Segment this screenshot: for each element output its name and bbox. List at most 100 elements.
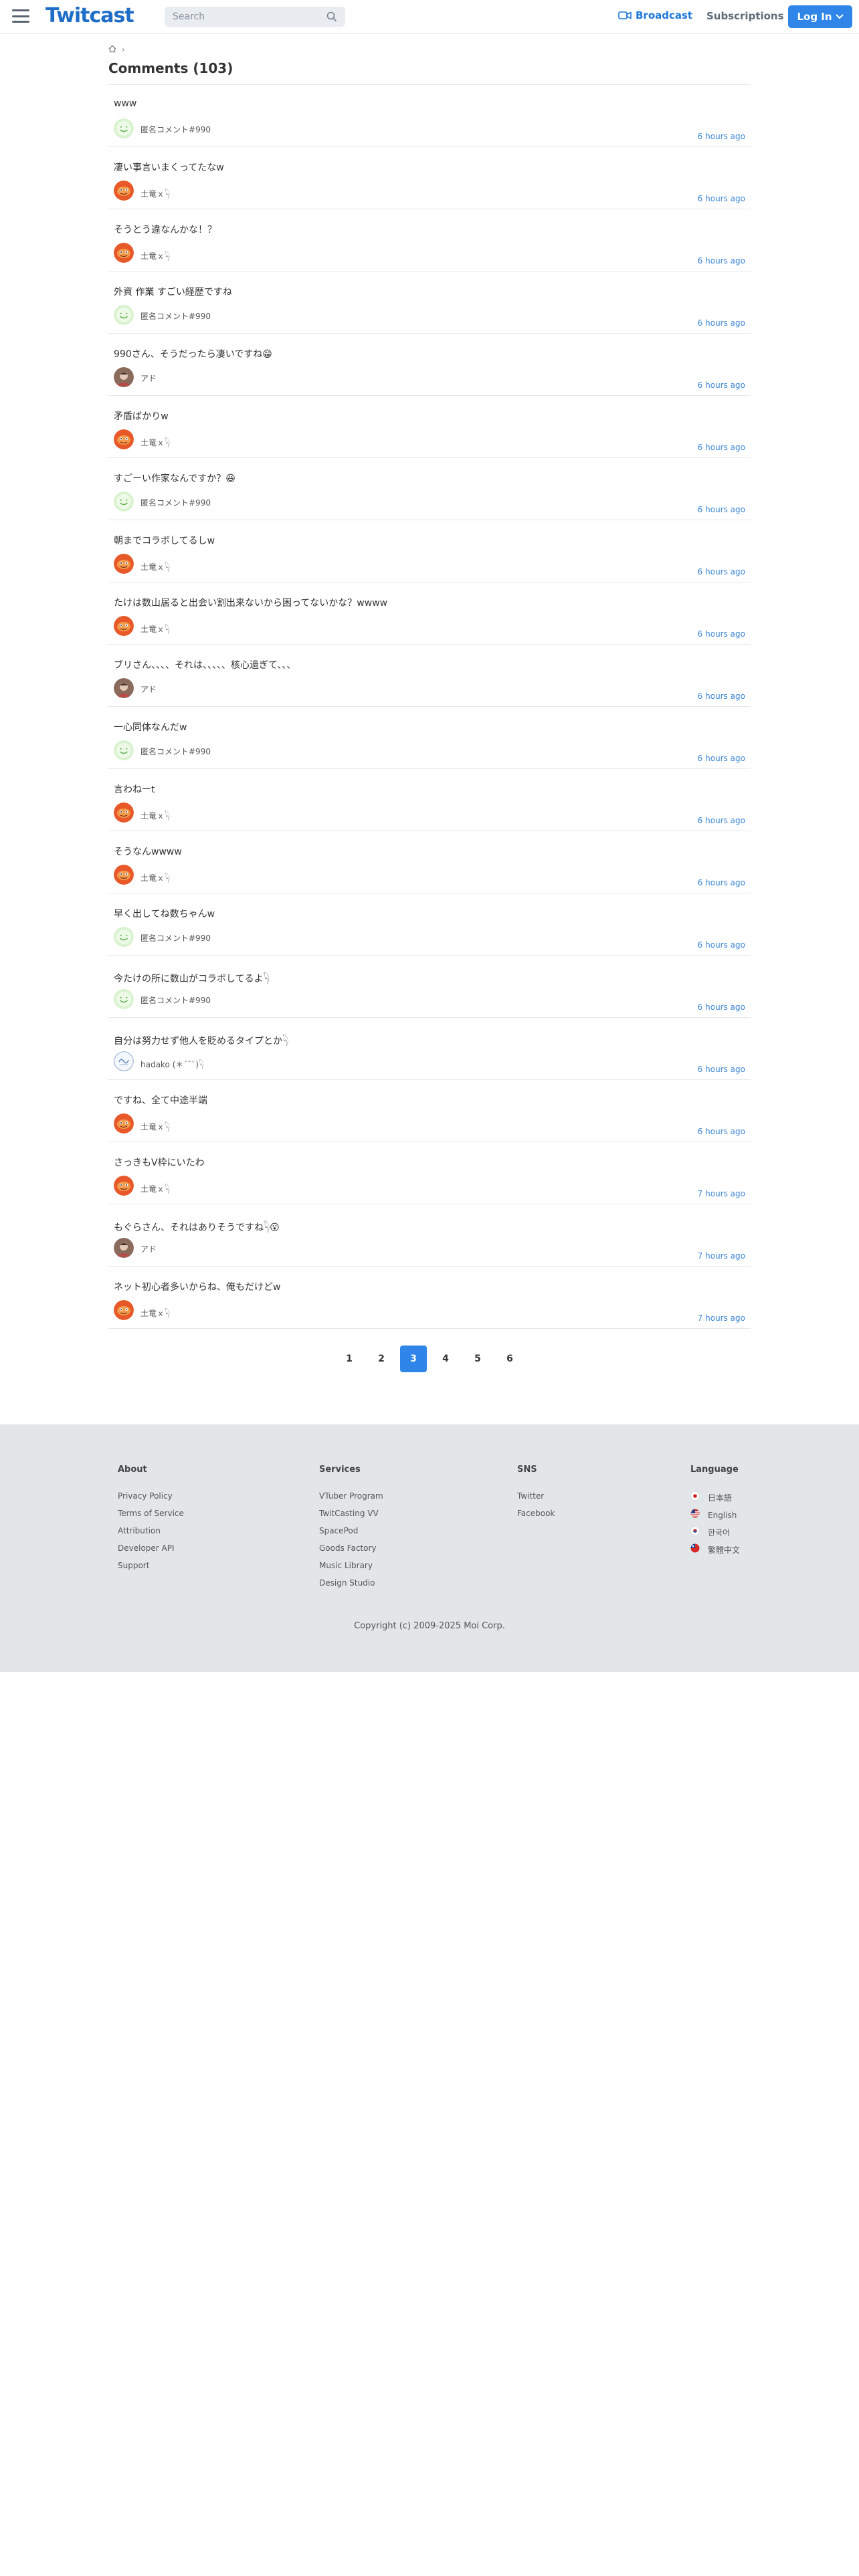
user-avatar[interactable] xyxy=(114,305,134,325)
comment-row[interactable]: www 匿名コメント#990 6 hours ago xyxy=(108,85,751,147)
user-avatar[interactable] xyxy=(114,740,134,760)
comment-timestamp[interactable]: 6 hours ago xyxy=(698,194,745,203)
user-avatar[interactable] xyxy=(114,243,134,263)
footer-link[interactable]: Support xyxy=(118,1559,184,1576)
comment-timestamp[interactable]: 6 hours ago xyxy=(698,567,745,576)
user-avatar[interactable] xyxy=(114,989,134,1009)
footer-link[interactable]: Attribution xyxy=(118,1524,184,1541)
footer-link[interactable]: Design Studio xyxy=(319,1576,383,1594)
comment-timestamp[interactable]: 6 hours ago xyxy=(698,691,745,701)
footer-link[interactable]: Facebook xyxy=(517,1507,555,1524)
comment-username[interactable]: 匿名コメント#990 xyxy=(140,124,211,135)
user-avatar[interactable] xyxy=(114,865,134,885)
comment-row[interactable]: 今たけの所に数山がコラボしてるよ𓆐 匿名コメント#990 6 hours ago xyxy=(108,956,751,1018)
comment-timestamp[interactable]: 6 hours ago xyxy=(698,816,745,825)
language-option[interactable]: English xyxy=(690,1507,740,1524)
comment-row[interactable]: 一心同体なんだw 匿名コメント#990 6 hours ago xyxy=(108,707,751,769)
comment-row[interactable]: 990さん、そうだったら凄いですね😁 アド 6 hours ago xyxy=(108,334,751,396)
user-avatar[interactable] xyxy=(114,429,134,449)
comment-username[interactable]: アド xyxy=(140,683,157,695)
comment-timestamp[interactable]: 7 hours ago xyxy=(698,1189,745,1198)
comment-timestamp[interactable]: 6 hours ago xyxy=(698,940,745,950)
comment-timestamp[interactable]: 6 hours ago xyxy=(698,132,745,141)
comment-timestamp[interactable]: 6 hours ago xyxy=(698,381,745,390)
broadcast-link[interactable]: Broadcast xyxy=(618,9,692,21)
footer-link[interactable]: Goods Factory xyxy=(319,1541,383,1559)
comment-row[interactable]: ネット初心者多いからね、俺もだけどw 土竜ｘ𓆐 7 hours ago xyxy=(108,1267,751,1329)
user-avatar[interactable] xyxy=(114,492,134,512)
comment-timestamp[interactable]: 6 hours ago xyxy=(698,505,745,514)
user-avatar[interactable] xyxy=(114,1113,134,1134)
comment-username[interactable]: 土竜ｘ𓆐 xyxy=(140,559,170,572)
search-box[interactable] xyxy=(165,7,345,27)
comment-row[interactable]: たけは数山居ると出会い割出来ないから困ってないかな？wwww 土竜ｘ𓆐 6 hour… xyxy=(108,582,751,645)
comment-username[interactable]: 土竜ｘ𓆐 xyxy=(140,870,170,883)
comment-username[interactable]: 匿名コメント#990 xyxy=(140,932,211,944)
user-avatar[interactable] xyxy=(114,1238,134,1258)
language-option[interactable]: 日本語 xyxy=(690,1489,740,1507)
comment-row[interactable]: すごーい作家なんですか？😆 匿名コメント#990 6 hours ago xyxy=(108,458,751,520)
user-avatar[interactable] xyxy=(114,927,134,947)
user-avatar[interactable] xyxy=(114,678,134,698)
footer-link[interactable]: Privacy Policy xyxy=(118,1489,184,1507)
comment-username[interactable]: 土竜ｘ𓆐 xyxy=(140,1119,170,1132)
footer-link[interactable]: TwitCasting VV xyxy=(319,1507,383,1524)
comment-timestamp[interactable]: 6 hours ago xyxy=(698,256,745,265)
comment-row[interactable]: 早く出してね数ちゃんw 匿名コメント#990 6 hours ago xyxy=(108,893,751,956)
footer-link[interactable]: Music Library xyxy=(319,1559,383,1576)
comment-timestamp[interactable]: 6 hours ago xyxy=(698,878,745,887)
comment-username[interactable]: 土竜ｘ𓆐 xyxy=(140,435,170,448)
comment-row[interactable]: 朝までコラボしてるしw 土竜ｘ𓆐 6 hours ago xyxy=(108,520,751,582)
comment-username[interactable]: 匿名コメント#990 xyxy=(140,994,211,1006)
page-2-button[interactable]: 2 xyxy=(368,1346,395,1372)
comment-row[interactable]: 矛盾ばかりw 土竜ｘ𓆐 6 hours ago xyxy=(108,396,751,458)
comment-username[interactable]: hadako (＊´¯`)𓆐 xyxy=(140,1057,204,1070)
comment-timestamp[interactable]: 7 hours ago xyxy=(698,1251,745,1261)
user-avatar[interactable] xyxy=(114,181,134,201)
comment-timestamp[interactable]: 7 hours ago xyxy=(698,1313,745,1323)
footer-link[interactable]: VTuber Program xyxy=(319,1489,383,1507)
footer-link[interactable]: SpacePod xyxy=(319,1524,383,1541)
user-avatar[interactable] xyxy=(114,118,134,138)
comment-username[interactable]: 土竜ｘ𓆐 xyxy=(140,621,170,635)
page-3-button[interactable]: 3 xyxy=(400,1346,427,1372)
user-avatar[interactable] xyxy=(114,616,134,636)
search-icon[interactable] xyxy=(326,11,337,25)
comment-row[interactable]: そうとう違なんかな！？ 土竜ｘ𓆐 6 hours ago xyxy=(108,209,751,272)
comment-timestamp[interactable]: 6 hours ago xyxy=(698,1065,745,1074)
page-1-button[interactable]: 1 xyxy=(336,1346,363,1372)
subscriptions-link[interactable]: Subscriptions xyxy=(706,10,784,22)
comment-row[interactable]: ですね、全て中途半端 土竜ｘ𓆐 6 hours ago xyxy=(108,1080,751,1142)
language-option[interactable]: 한국어 xyxy=(690,1524,740,1541)
footer-link[interactable]: Twitter xyxy=(517,1489,555,1507)
site-logo[interactable]: Twitcast xyxy=(45,4,134,27)
user-avatar[interactable] xyxy=(114,367,134,387)
comment-row[interactable]: そうなんwwww 土竜ｘ𓆐 6 hours ago xyxy=(108,831,751,893)
comment-row[interactable]: 外資 作業 すごい経歴ですね 匿名コメント#990 6 hours ago xyxy=(108,272,751,334)
comment-username[interactable]: 土竜ｘ𓆐 xyxy=(140,808,170,821)
comment-timestamp[interactable]: 6 hours ago xyxy=(698,1002,745,1012)
comment-row[interactable]: さっきもV枠にいたわ 土竜ｘ𓆐 7 hours ago xyxy=(108,1142,751,1204)
comment-timestamp[interactable]: 6 hours ago xyxy=(698,318,745,328)
comment-row[interactable]: もぐらさん、それはありそうですね𓆐😮 アド 7 hours ago xyxy=(108,1204,751,1267)
home-icon[interactable] xyxy=(108,45,116,55)
comment-timestamp[interactable]: 6 hours ago xyxy=(698,443,745,452)
comment-row[interactable]: ブリさん、、、、それは、、、、、核心過ぎて、、、 アド 6 hours ago xyxy=(108,645,751,707)
comment-username[interactable]: 土竜ｘ𓆐 xyxy=(140,186,170,199)
comment-timestamp[interactable]: 6 hours ago xyxy=(698,1127,745,1136)
comment-username[interactable]: 土竜ｘ𓆐 xyxy=(140,1305,170,1319)
page-6-button[interactable]: 6 xyxy=(496,1346,523,1372)
comment-row[interactable]: 自分は努力せず他人を貶めるタイプとか𓆐 hadako (＊´¯`)𓆐 6 hours… xyxy=(108,1018,751,1080)
comment-timestamp[interactable]: 6 hours ago xyxy=(698,754,745,763)
user-avatar[interactable] xyxy=(114,1176,134,1196)
comment-username[interactable]: 土竜ｘ𓆐 xyxy=(140,248,170,261)
comment-username[interactable]: 匿名コメント#990 xyxy=(140,746,211,757)
comment-row[interactable]: 凄い事言いまくってたなw 土竜ｘ𓆐 6 hours ago xyxy=(108,147,751,209)
menu-icon[interactable] xyxy=(12,9,29,23)
user-avatar[interactable] xyxy=(114,802,134,823)
search-input[interactable] xyxy=(165,11,321,23)
page-4-button[interactable]: 4 xyxy=(432,1346,459,1372)
comment-username[interactable]: アド xyxy=(140,1243,157,1255)
user-avatar[interactable] xyxy=(114,554,134,574)
footer-link[interactable]: Developer API xyxy=(118,1541,184,1559)
